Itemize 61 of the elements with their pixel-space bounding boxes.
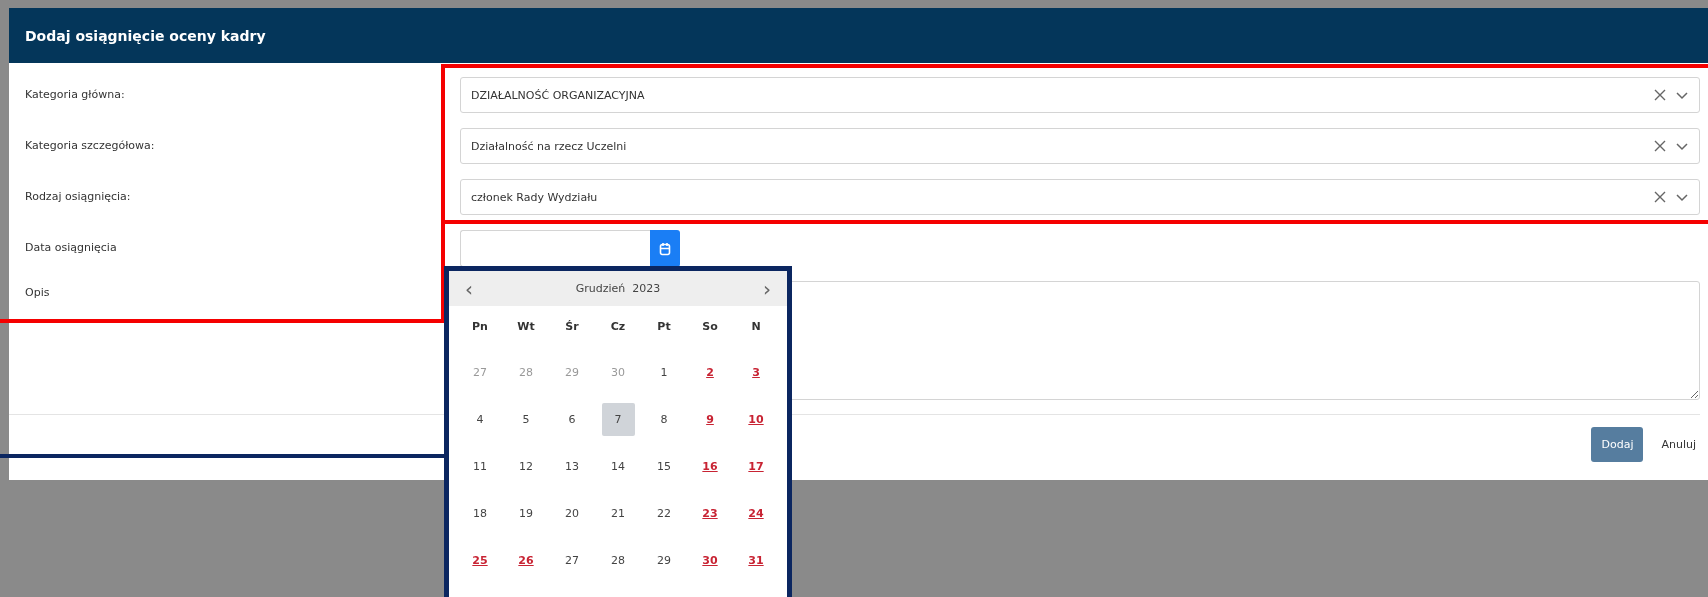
day-cell[interactable]: 4: [463, 403, 497, 436]
field-label: Rodzaj osiągnięcia:: [24, 189, 132, 205]
day-cell[interactable]: 23: [693, 497, 727, 530]
field-label: Data osiągnięcia: [24, 240, 118, 256]
day-cell[interactable]: 12: [509, 450, 543, 483]
cancel-button[interactable]: Anuluj: [1657, 438, 1700, 451]
weekday-label: Śr: [564, 319, 580, 335]
day-cell[interactable]: 21: [601, 497, 635, 530]
month-title: Grudzień 2023: [575, 282, 661, 295]
day-cell[interactable]: 7: [601, 403, 635, 436]
day-cell[interactable]: 11: [463, 450, 497, 483]
day-cell[interactable]: 16: [693, 450, 727, 483]
day-cell[interactable]: 5: [509, 403, 543, 436]
date-input-field[interactable]: [460, 230, 650, 267]
dialog-title: Dodaj osiągnięcie oceny kadry: [25, 27, 266, 44]
weekday-label: So: [701, 319, 719, 335]
day-cell[interactable]: 8: [647, 403, 681, 436]
day-cell[interactable]: 3: [739, 356, 773, 389]
clear-icon[interactable]: [1653, 139, 1667, 153]
calendar-button[interactable]: [650, 230, 680, 267]
day-cell[interactable]: 25: [463, 544, 497, 577]
day-cell[interactable]: 13: [555, 450, 589, 483]
field-label: Kategoria główna:: [24, 87, 126, 103]
calendar-icon: [659, 241, 671, 256]
day-cell[interactable]: 31: [739, 544, 773, 577]
chevron-down-icon[interactable]: [1675, 192, 1689, 202]
day-cell[interactable]: 19: [509, 497, 543, 530]
select-field[interactable]: członek Rady Wydziału: [460, 179, 1700, 215]
day-cell[interactable]: 17: [739, 450, 773, 483]
day-cell[interactable]: 27: [555, 544, 589, 577]
day-cell[interactable]: 15: [647, 450, 681, 483]
day-cell[interactable]: 30: [693, 544, 727, 577]
chevron-down-icon[interactable]: [1675, 90, 1689, 100]
weekday-label: Pn: [471, 319, 489, 335]
day-cell[interactable]: 22: [647, 497, 681, 530]
weekday-label: Wt: [516, 319, 536, 335]
weekday-label: Pt: [656, 319, 672, 335]
select-field[interactable]: DZIAŁALNOŚĆ ORGANIZACYJNA: [460, 77, 1700, 113]
day-cell[interactable]: 26: [509, 544, 543, 577]
next-month-button[interactable]: ›: [759, 276, 775, 301]
select-field[interactable]: Działalność na rzecz Uczelni: [460, 128, 1700, 164]
clear-icon[interactable]: [1653, 190, 1667, 204]
previous-month-button[interactable]: ‹: [461, 276, 477, 301]
day-cell[interactable]: 24: [739, 497, 773, 530]
day-cell[interactable]: 28: [601, 544, 635, 577]
clear-icon[interactable]: [1653, 88, 1667, 102]
day-cell[interactable]: 29: [647, 544, 681, 577]
field-label: Opis: [24, 285, 51, 301]
add-button[interactable]: Dodaj: [1591, 427, 1644, 462]
weekday-label: N: [750, 319, 762, 335]
field-label: Kategoria szczegółowa:: [24, 138, 156, 154]
day-cell[interactable]: 10: [739, 403, 773, 436]
day-cell[interactable]: 14: [601, 450, 635, 483]
day-cell[interactable]: 18: [463, 497, 497, 530]
day-cell[interactable]: 9: [693, 403, 727, 436]
weekday-label: Cz: [609, 319, 627, 335]
day-cell[interactable]: 20: [555, 497, 589, 530]
day-cell[interactable]: 2: [693, 356, 727, 389]
day-cell[interactable]: 6: [555, 403, 589, 436]
day-cell[interactable]: 1: [647, 356, 681, 389]
chevron-down-icon[interactable]: [1675, 141, 1689, 151]
